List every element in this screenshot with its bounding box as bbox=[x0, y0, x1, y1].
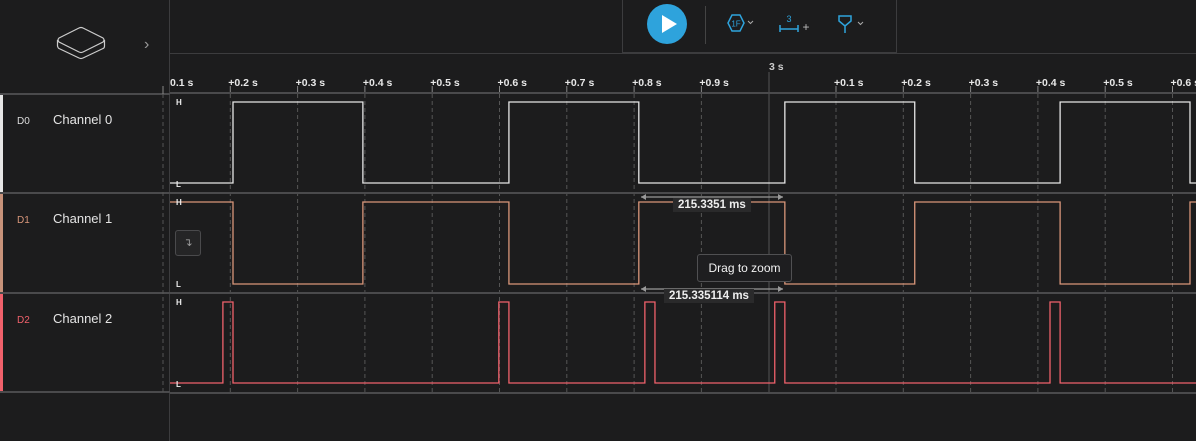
tick-label: +0.1 s bbox=[834, 77, 864, 89]
measurement-label-lower: 215.335114 ms bbox=[664, 289, 754, 303]
tick-label: +0.9 s bbox=[699, 77, 729, 89]
waveform-d1 bbox=[170, 201, 1196, 285]
waveform-d0 bbox=[170, 101, 1196, 184]
add-measurement-button[interactable]: 3 + bbox=[778, 12, 818, 41]
capture-toolbar: 1F 3 + bbox=[622, 0, 897, 53]
tick-label: +0.5 s bbox=[1103, 77, 1133, 89]
high-label: H bbox=[176, 298, 182, 307]
waveform-plot[interactable] bbox=[0, 0, 1196, 441]
play-button[interactable] bbox=[647, 4, 687, 44]
tick-label: +0.6 s bbox=[497, 77, 528, 89]
trigger-hexagon-icon: 1F bbox=[727, 14, 754, 32]
tick-label: +0.4 s bbox=[1035, 77, 1066, 89]
funnel-icon bbox=[838, 15, 864, 33]
snap-edge-icon: ↴ bbox=[183, 237, 193, 249]
tick-label: +0.3 s bbox=[968, 77, 999, 89]
tick-label: +0.2 s bbox=[901, 77, 931, 89]
tick-label: +0.3 s bbox=[295, 77, 326, 89]
filter-button[interactable] bbox=[835, 12, 869, 41]
snap-edge-button[interactable]: ↴ bbox=[175, 230, 201, 256]
tick-label: +0.2 s bbox=[228, 77, 258, 89]
low-label: L bbox=[176, 380, 181, 389]
tick-label: +0.8 s bbox=[632, 77, 662, 89]
tick-label: +0.7 s bbox=[564, 77, 595, 89]
drag-to-zoom-tooltip: Drag to zoom bbox=[697, 254, 792, 282]
svg-text:+: + bbox=[802, 20, 809, 34]
tick-label: +0.5 s bbox=[430, 77, 460, 89]
svg-text:1F: 1F bbox=[731, 20, 740, 29]
measure-icon: 3 + bbox=[779, 14, 810, 34]
tick-label: +0.6 s bbox=[1170, 77, 1196, 89]
low-label: L bbox=[176, 280, 181, 289]
major-time-label: 3 s bbox=[769, 61, 784, 73]
tick-label: 0.1 s bbox=[170, 77, 194, 89]
high-label: H bbox=[176, 198, 182, 207]
low-label: L bbox=[176, 180, 181, 189]
measurement-label-upper: 215.3351 ms bbox=[673, 198, 751, 212]
svg-text:3: 3 bbox=[786, 14, 791, 24]
toolbar-divider bbox=[705, 6, 706, 44]
waveform-d2 bbox=[170, 301, 1196, 384]
high-label: H bbox=[176, 98, 182, 107]
trigger-button[interactable]: 1F bbox=[723, 12, 757, 39]
tick-label: +0.4 s bbox=[362, 77, 393, 89]
